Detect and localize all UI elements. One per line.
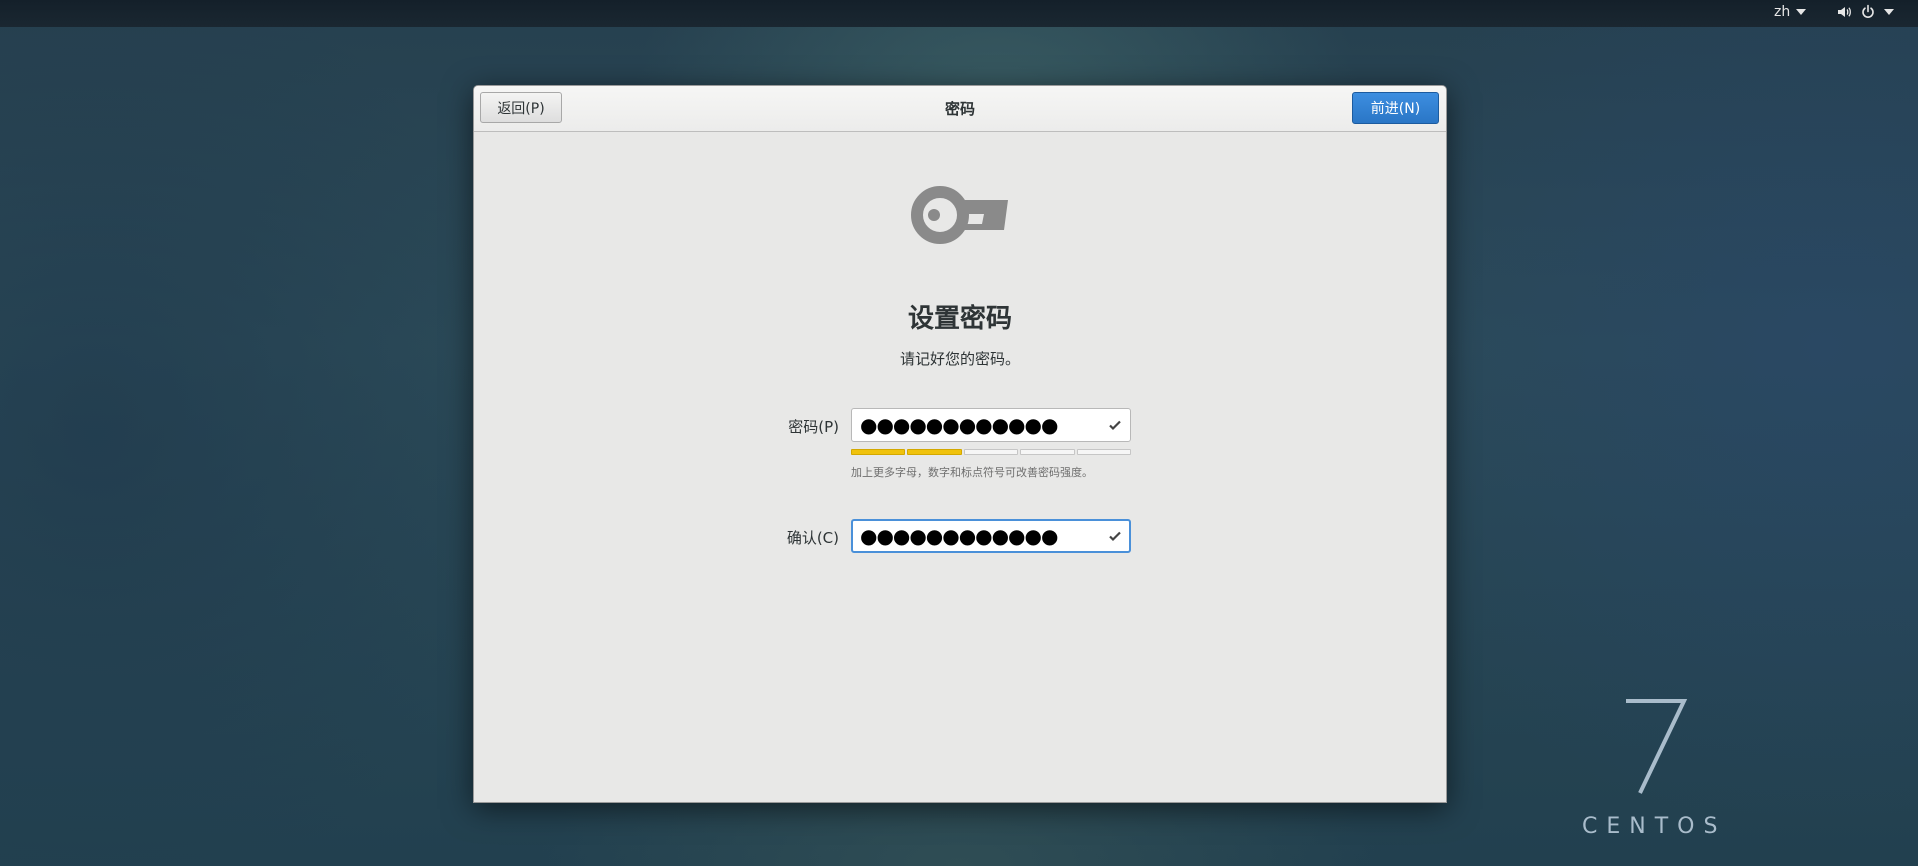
language-menu[interactable]: zh (1774, 4, 1807, 20)
password-label: 密码(P) (788, 418, 839, 436)
key-icon (910, 184, 1010, 250)
strength-hint: 加上更多字母，数字和标点符号可改善密码强度。 (851, 466, 1093, 479)
back-button[interactable]: 返回(P) (480, 92, 562, 123)
chevron-down-icon (1796, 9, 1807, 15)
password-dialog: 返回(P) 密码 前进(N) 设置密码 请记好您的密码。 密码(P) ●●●●●… (473, 85, 1447, 803)
confirm-field[interactable]: ●●●●●●●●●●●● (851, 519, 1131, 553)
strength-segment (963, 449, 1019, 455)
brand-name: CENTOS (1582, 814, 1727, 839)
password-field[interactable]: ●●●●●●●●●●●● (851, 408, 1131, 442)
header-bar: 返回(P) 密码 前进(N) (474, 86, 1446, 132)
volume-icon (1836, 4, 1852, 20)
next-button[interactable]: 前进(N) (1352, 92, 1439, 124)
check-icon (1108, 417, 1122, 436)
strength-segment (851, 449, 906, 455)
page-subheading: 请记好您的密码。 (899, 350, 1020, 368)
strength-segment (1076, 449, 1132, 455)
check-icon (1108, 528, 1122, 547)
confirm-label: 确认(C) (786, 529, 839, 547)
page-heading: 设置密码 (907, 304, 1012, 334)
password-strength-bar (851, 449, 1132, 455)
top-bar: zh (0, 0, 1918, 27)
strength-segment (1020, 449, 1075, 455)
confirm-value: ●●●●●●●●●●●● (860, 524, 1058, 548)
language-label: zh (1774, 4, 1791, 20)
strength-segment (907, 449, 962, 455)
power-icon (1860, 4, 1876, 20)
password-value: ●●●●●●●●●●●● (860, 413, 1058, 437)
chevron-down-icon (1884, 9, 1894, 15)
system-menu[interactable] (1836, 4, 1894, 20)
brand-version (1622, 697, 1692, 801)
dialog-title: 密码 (944, 100, 975, 118)
